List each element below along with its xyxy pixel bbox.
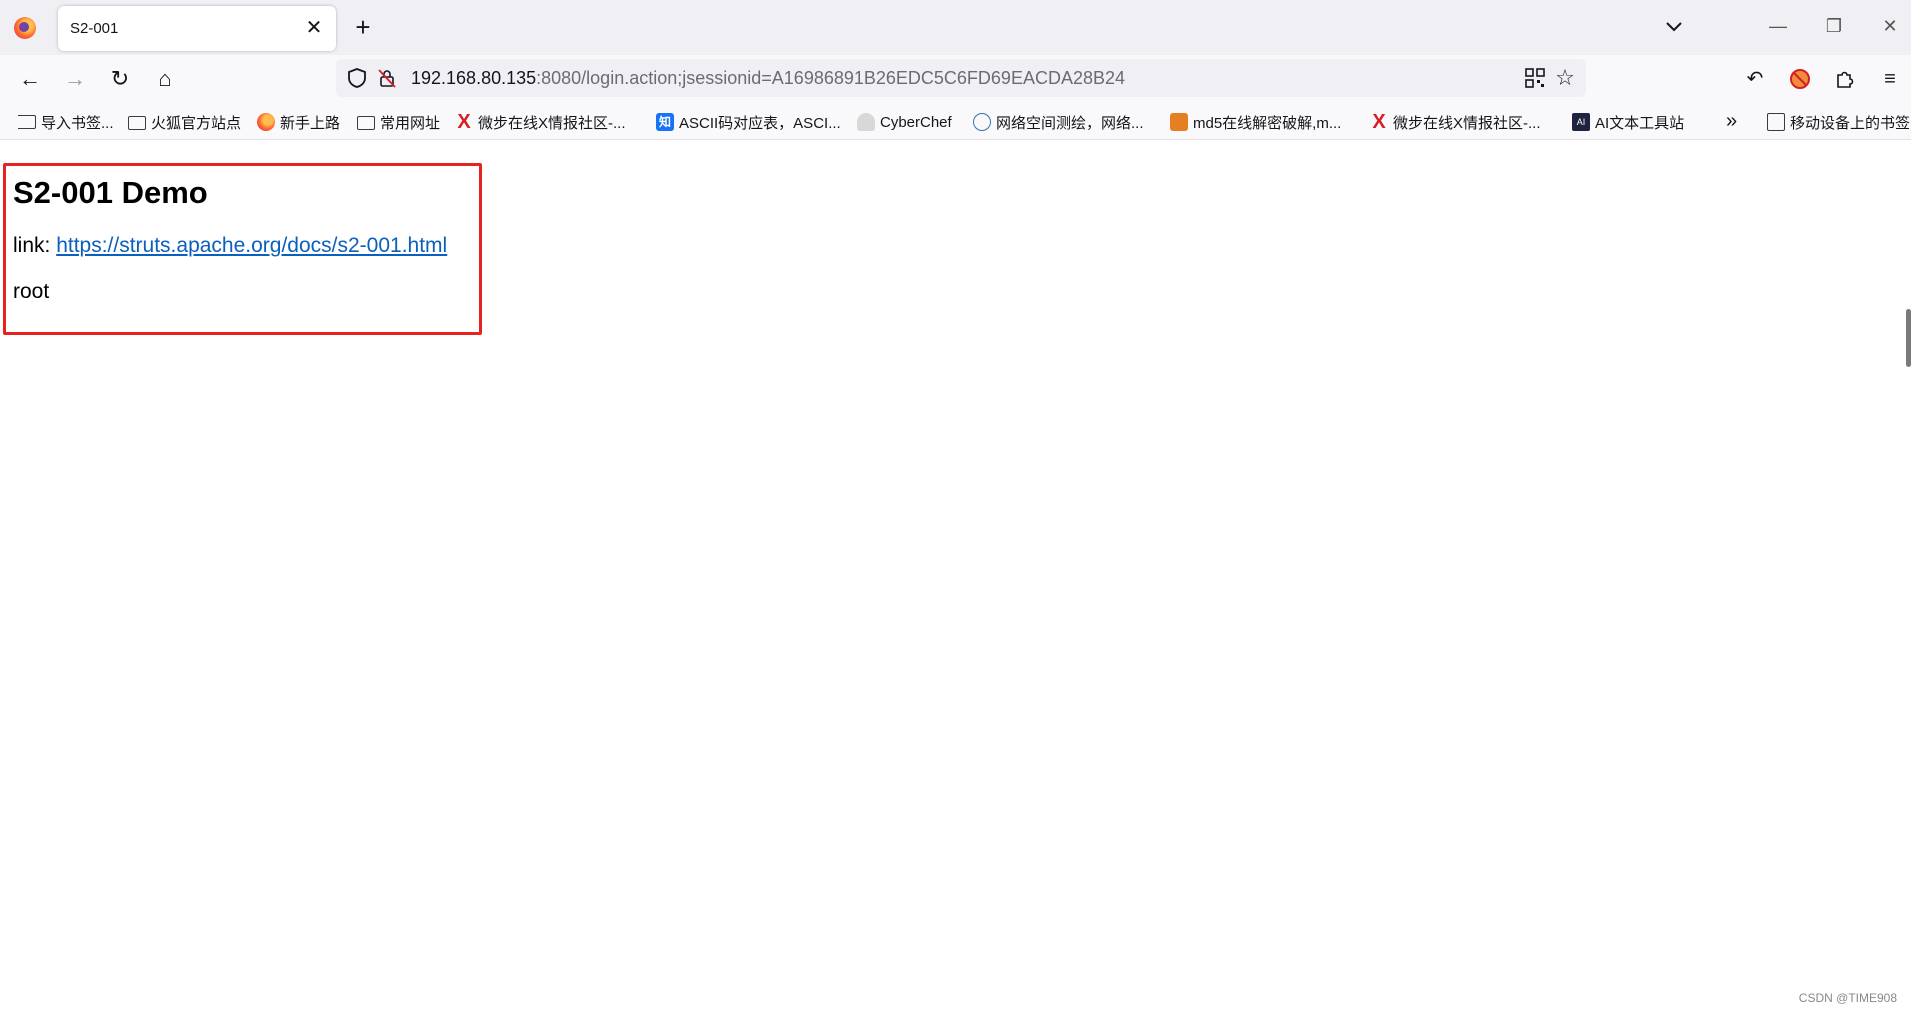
chef-icon — [857, 113, 875, 131]
x-logo-icon: X — [1372, 111, 1386, 133]
reload-button[interactable]: ↻ — [104, 63, 136, 95]
qr-code-icon[interactable] — [1524, 67, 1546, 89]
back-button[interactable]: ← — [14, 63, 46, 95]
url-text[interactable]: 192.168.80.135:8080/login.action;jsessio… — [411, 68, 1125, 89]
bookmark-mobile[interactable]: 移动设备上的书签 — [1764, 111, 1910, 133]
x-logo-icon: X — [457, 111, 471, 133]
bookmark-label: 导入书签... — [41, 114, 114, 132]
folder-icon — [357, 116, 375, 130]
tab-close-icon[interactable]: ✕ — [302, 16, 326, 40]
list-all-tabs-button[interactable] — [1660, 14, 1688, 40]
bookmark-getting-started[interactable]: 新手上路 — [257, 111, 340, 133]
forward-button[interactable]: → — [59, 63, 91, 95]
docs-link[interactable]: https://struts.apache.org/docs/s2-001.ht… — [56, 234, 447, 257]
firefox-logo-icon — [14, 17, 36, 39]
bookmark-star-icon[interactable]: ☆ — [1552, 65, 1578, 91]
address-bar[interactable]: 192.168.80.135:8080/login.action;jsessio… — [336, 59, 1586, 97]
bookmark-threatbook-1[interactable]: X 微步在线X情报社区-... — [455, 111, 626, 133]
tab-s2-001[interactable]: S2-001 ✕ — [58, 6, 336, 51]
bookmark-label: 新手上路 — [280, 114, 341, 132]
bookmark-label: 移动设备上的书签 — [1790, 114, 1911, 132]
extension-blocker-icon[interactable] — [1786, 65, 1814, 93]
insecure-lock-icon[interactable] — [376, 67, 398, 89]
page-content: S2-001 Demo link: https://struts.apache.… — [0, 141, 1911, 1025]
chevron-down-icon — [1666, 22, 1682, 32]
home-button[interactable]: ⌂ — [149, 63, 181, 95]
watermark: CSDN @TIME908 — [1798, 991, 1897, 1005]
globe-icon — [973, 113, 991, 131]
bookmark-label: 微步在线X情报社区-... — [1393, 114, 1541, 132]
navigation-toolbar: ← → ↻ ⌂ 192.168.80.135:8080/login.action… — [0, 55, 1911, 102]
bookmark-common-sites[interactable]: 常用网址 — [357, 111, 440, 133]
bookmark-ascii-table[interactable]: 知 ASCII码对应表，ASCI... — [656, 111, 841, 133]
window-close-button[interactable]: ✕ — [1870, 10, 1910, 42]
ai-icon: AI — [1572, 113, 1590, 131]
bookmark-label: 常用网址 — [380, 114, 441, 132]
app-menu-icon[interactable]: ≡ — [1876, 65, 1904, 93]
link-prefix: link: — [13, 234, 57, 257]
bookmark-ai-tools[interactable]: AI AI文本工具站 — [1572, 111, 1684, 133]
tab-title: S2-001 — [70, 20, 119, 37]
bookmark-import[interactable]: 导入书签... — [14, 111, 114, 133]
zhihu-icon: 知 — [656, 113, 674, 131]
bookmark-cyberchef[interactable]: CyberChef — [857, 111, 952, 133]
highlight-box: S2-001 Demo link: https://struts.apache.… — [3, 163, 482, 335]
tab-bar: S2-001 ✕ + — ❐ ✕ — [0, 0, 1911, 55]
url-host: 192.168.80.135 — [411, 68, 537, 88]
firefox-icon — [257, 113, 275, 131]
minimize-button[interactable]: — — [1758, 10, 1798, 42]
bookmarks-toolbar: 导入书签... 火狐官方站点 新手上路 常用网址 X 微步在线X情报社区-... … — [0, 102, 1911, 140]
md5-icon — [1170, 113, 1188, 131]
bookmark-label: CyberChef — [880, 113, 952, 131]
result-text: root — [13, 280, 50, 303]
folder-icon — [128, 116, 146, 130]
bookmark-label: AI文本工具站 — [1595, 114, 1685, 132]
bookmark-label: 微步在线X情报社区-... — [478, 114, 626, 132]
undo-icon[interactable]: ↶ — [1741, 65, 1769, 93]
bookmark-firefox-official[interactable]: 火狐官方站点 — [128, 111, 241, 133]
bookmark-md5-decrypt[interactable]: md5在线解密破解,m... — [1170, 111, 1341, 133]
tracking-shield-icon[interactable] — [346, 67, 368, 89]
bookmark-label: ASCII码对应表，ASCI... — [679, 114, 841, 132]
url-path: :8080/login.action;jsessionid=A16986891B… — [536, 68, 1126, 88]
bookmark-label: 网络空间测绘，网络... — [996, 114, 1144, 132]
browser-window: S2-001 ✕ + — ❐ ✕ ← → ↻ ⌂ 192.168.80.135:… — [0, 0, 1911, 1025]
more-bookmarks-chevron-icon[interactable]: » — [1726, 110, 1737, 133]
bookmark-label: md5在线解密破解,m... — [1193, 114, 1342, 132]
new-tab-button[interactable]: + — [348, 12, 378, 42]
scrollbar-thumb[interactable] — [1906, 309, 1911, 367]
bookmark-threatbook-2[interactable]: X 微步在线X情报社区-... — [1370, 111, 1541, 133]
extensions-puzzle-icon[interactable] — [1831, 65, 1859, 93]
link-line: link: https://struts.apache.org/docs/s2-… — [13, 234, 447, 258]
restore-button[interactable]: ❐ — [1814, 10, 1854, 42]
mobile-device-icon — [1767, 113, 1785, 131]
import-icon — [18, 115, 36, 129]
bookmark-cyberspace-mapping[interactable]: 网络空间测绘，网络... — [973, 111, 1144, 133]
bookmark-label: 火狐官方站点 — [151, 114, 242, 132]
page-heading: S2-001 Demo — [13, 175, 208, 210]
